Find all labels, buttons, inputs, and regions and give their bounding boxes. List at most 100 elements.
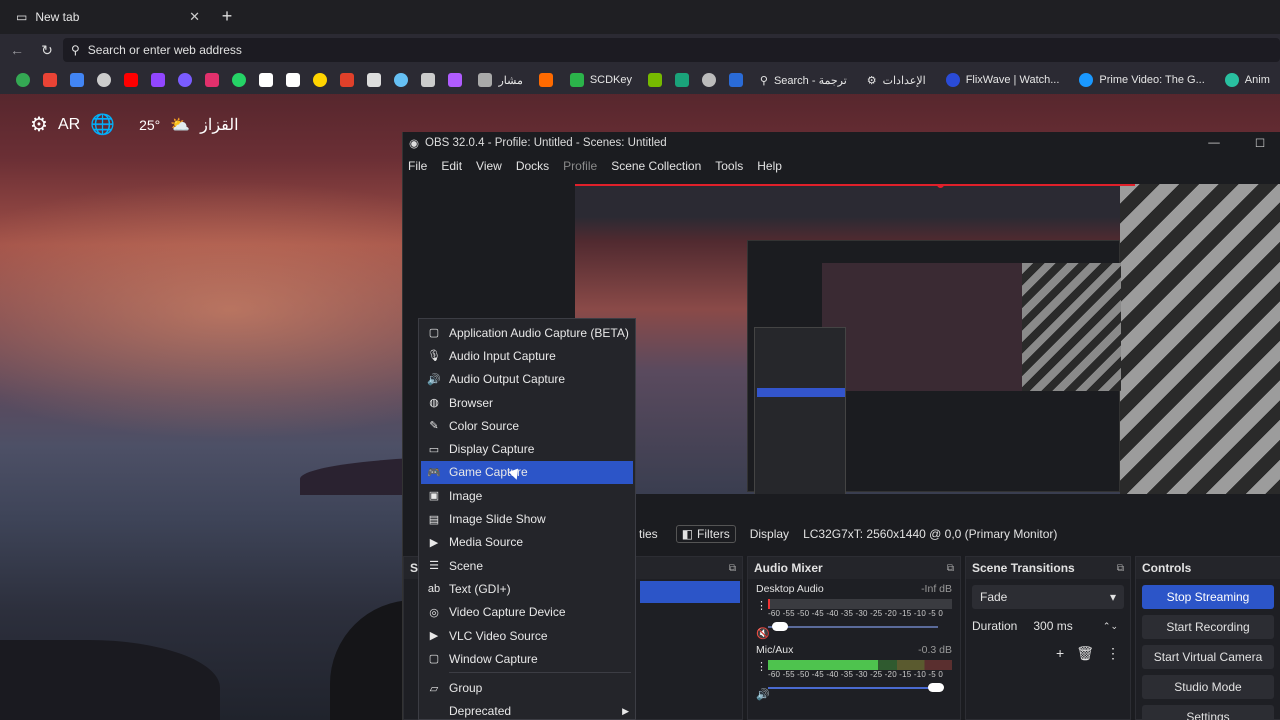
volume-meter [768,599,952,609]
menu-help[interactable]: Help [757,159,782,173]
studio-mode-button[interactable]: Studio Mode [1142,675,1274,699]
back-arrow-icon[interactable]: ← [8,41,26,59]
bookmark-smiley-icon[interactable] [307,66,334,94]
menu-scene-collection[interactable]: Scene Collection [611,159,701,173]
bookmark-amazon-icon[interactable] [280,66,307,94]
menu-item-vlc-video-source[interactable]: ▶ VLC Video Source [419,624,635,647]
undock-icon[interactable]: ⧉ [1117,563,1124,574]
bookmark-nvidia-icon[interactable] [642,66,669,94]
transition-select[interactable]: Fade ▾ [972,585,1124,609]
bookmark-translate-icon[interactable] [64,66,91,94]
volume-knob[interactable] [928,683,944,692]
bookmark-scdkey[interactable]: SCDKey [560,66,642,94]
menu-item-scene[interactable]: ☰ Scene [419,554,635,577]
menu-item-text-gdi[interactable]: ab Text (GDI+) [419,577,635,600]
menu-tools[interactable]: Tools [715,159,743,173]
menu-item-window-capture[interactable]: ▢ Window Capture [419,647,635,670]
settings-button[interactable]: Settings [1142,705,1274,720]
menu-item-audio-input-capture[interactable]: 🎙 Audio Input Capture [419,344,635,367]
bookmark-youtube-icon[interactable] [118,66,145,94]
bookmark-anim[interactable]: Anim [1215,66,1280,94]
menu-item-media-source[interactable]: ▶ Media Source [419,531,635,554]
menu-item-image[interactable]: ▣ Image [419,484,635,507]
bookmark-whatsapp-icon[interactable] [226,66,253,94]
browser-nav-bar: ← ↻ ⚲ Search or enter web address [0,34,1280,66]
selected-source-row[interactable] [640,581,740,603]
preview-canvas[interactable] [575,184,1280,494]
menu-item-label: Browser [449,395,494,410]
bookmark-site2-icon[interactable] [172,66,199,94]
bookmark-site5-icon[interactable] [696,66,723,94]
address-bar[interactable]: ⚲ Search or enter web address [63,38,1280,62]
bookmark-site4-icon[interactable] [442,66,469,94]
play-icon: ▶ [429,630,439,642]
menu-profile[interactable]: Profile [563,159,597,173]
undock-icon[interactable]: ⧉ [729,563,736,574]
bookmark-site-icon[interactable] [91,66,118,94]
trash-icon[interactable]: 🗑 [1076,645,1094,662]
volume-knob[interactable] [772,622,788,631]
kebab-menu-icon[interactable]: ⋮ [1106,645,1120,662]
bookmark-site3-icon[interactable] [361,66,388,94]
kebab-menu-icon[interactable]: ⋮ [756,599,767,612]
start-recording-button[interactable]: Start Recording [1142,615,1274,639]
bookmark-mshaar[interactable]: مشار [468,66,532,94]
new-tab-button[interactable]: + [216,6,238,28]
mic-icon: 🎙 [427,350,441,363]
bookmark-gmail-icon[interactable] [37,66,64,94]
properties-button[interactable]: ties [635,527,662,541]
minimize-icon[interactable]: — [1194,137,1234,149]
maximize-icon[interactable]: ☐ [1240,136,1280,150]
bookmark-twitch-icon[interactable] [145,66,172,94]
bookmark-database-icon[interactable] [415,66,442,94]
globe-icon[interactable]: 🌐 [90,112,115,137]
menu-item-display-capture[interactable]: ▭ Display Capture [419,437,635,460]
bookmark-x-icon[interactable] [253,66,280,94]
menu-docks[interactable]: Docks [516,159,549,173]
menu-item-game-capture[interactable]: 🎮 Game Capture [421,460,633,485]
bookmark-flixwave[interactable]: FlixWave | Watch... [936,66,1070,94]
bookmark-17-icon[interactable] [723,66,750,94]
bookmark-g-icon[interactable] [533,66,560,94]
gear-icon[interactable]: ⚙ [30,112,48,137]
spin-arrows-icon[interactable]: ⌃⌄ [1103,621,1118,632]
menu-item-image-slide-show[interactable]: ▤ Image Slide Show [419,507,635,530]
bookmark-a-icon[interactable] [669,66,696,94]
menu-item-group[interactable]: ▱ Group [419,676,635,699]
reload-icon[interactable]: ↻ [38,41,56,59]
filters-button[interactable]: ◧ Filters [675,525,736,543]
menu-file[interactable]: File [408,159,427,173]
add-icon[interactable]: + [1056,645,1064,662]
volume-slider[interactable] [768,620,952,634]
start-virtual-camera-button[interactable]: Start Virtual Camera [1142,645,1274,669]
language-label[interactable]: AR [58,116,80,134]
bookmark-maps-icon[interactable] [10,66,37,94]
menu-item-label: Image Slide Show [449,512,546,527]
volume-slider[interactable] [768,681,952,695]
scene-transitions-panel: Scene Transitions ⧉ Fade ▾ Duration 300 ms… [965,556,1131,720]
menu-item-color-source[interactable]: ✎ Color Source [419,414,635,437]
bookmark-steam-icon[interactable] [388,66,415,94]
channel-name: Mic/Aux [756,644,794,656]
menu-item-audio-output-capture[interactable]: 🔊 Audio Output Capture [419,368,635,391]
channel-db: -Inf dB [921,583,952,595]
menu-edit[interactable]: Edit [441,159,462,173]
menu-item-deprecated[interactable]: Deprecated ▶ [419,700,635,720]
bookmark-settings[interactable]: ⚙ الإعدادات [857,66,936,94]
menu-item-browser[interactable]: ◍ Browser [419,391,635,414]
bookmark-search-translate[interactable]: ⚲ Search - ترجمة [750,66,857,94]
recursive-obs-preview [747,240,1121,494]
display-selector[interactable]: LC32G7xT: 2560x1440 @ 0,0 (Primary Monit… [803,527,1057,541]
tab-new-tab[interactable]: ▭ New tab ✕ [8,4,208,30]
bookmark-instagram-icon[interactable] [199,66,226,94]
kebab-menu-icon[interactable]: ⋮ [756,660,767,673]
bookmark-gift-icon[interactable] [334,66,361,94]
menu-view[interactable]: View [476,159,502,173]
stop-streaming-button[interactable]: Stop Streaming [1142,585,1274,609]
bookmark-prime-video[interactable]: Prime Video: The G... [1069,66,1214,94]
close-tab-icon[interactable]: ✕ [189,9,200,25]
duration-spinbox[interactable]: 300 ms ⌃⌄ [1027,615,1124,637]
menu-item-application-audio-capture[interactable]: ▢ Application Audio Capture (BETA) [419,321,635,344]
menu-item-video-capture-device[interactable]: ◎ Video Capture Device [419,601,635,624]
undock-icon[interactable]: ⧉ [947,563,954,574]
